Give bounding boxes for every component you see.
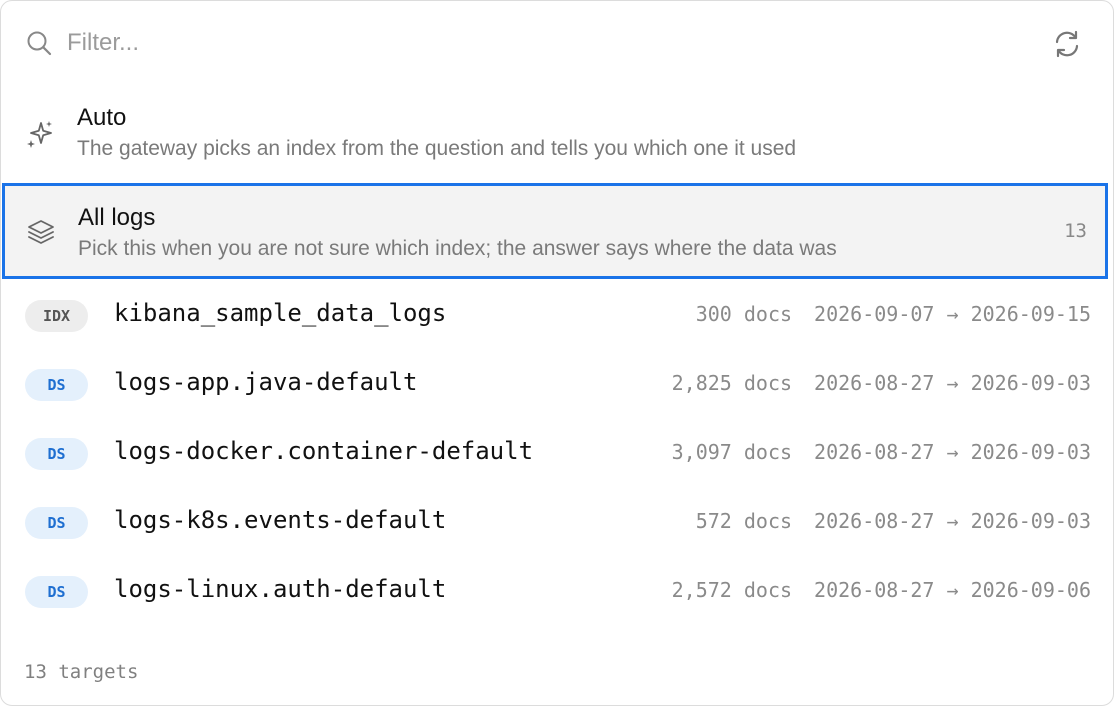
- index-name: logs-docker.container-default: [114, 437, 534, 465]
- refresh-icon[interactable]: [1051, 28, 1083, 60]
- targets-count: 13 targets: [24, 661, 139, 683]
- date-range: 2026-08-27 → 2026-09-03: [814, 440, 1091, 464]
- option-all-logs-description: Pick this when you are not sure which in…: [78, 237, 837, 260]
- index-meta: 2,825 docs 2026-08-27 → 2026-09-03: [672, 371, 1091, 395]
- search-icon: [27, 31, 52, 56]
- option-all-logs[interactable]: All logs Pick this when you are not sure…: [2, 183, 1108, 279]
- index-type-badge: IDX: [25, 300, 88, 332]
- index-row[interactable]: DS logs-docker.container-default 3,097 d…: [1, 421, 1113, 489]
- index-type-badge: DS: [25, 438, 88, 470]
- index-meta: 2,572 docs 2026-08-27 → 2026-09-06: [672, 578, 1091, 602]
- sparkle-icon: [27, 121, 52, 148]
- index-type-badge: DS: [25, 369, 88, 401]
- target-picker-panel: Auto The gateway picks an index from the…: [0, 0, 1114, 706]
- index-row[interactable]: DS logs-linux.auth-default 2,572 docs 202…: [1, 559, 1113, 627]
- index-name: logs-app.java-default: [114, 368, 418, 396]
- doc-count: 572 docs: [695, 509, 793, 533]
- index-name: logs-linux.auth-default: [114, 575, 447, 603]
- index-meta: 300 docs 2026-09-07 → 2026-09-15: [696, 302, 1091, 326]
- filter-input[interactable]: [67, 23, 1027, 63]
- doc-count: 2,572 docs: [671, 578, 793, 602]
- index-row[interactable]: DS logs-app.java-default 2,825 docs 2026-…: [1, 352, 1113, 420]
- date-range: 2026-08-27 → 2026-09-03: [814, 509, 1091, 533]
- index-row[interactable]: IDX kibana_sample_data_logs 300 docs 2026…: [1, 283, 1113, 351]
- index-type-badge: DS: [25, 507, 88, 539]
- doc-count: 3,097 docs: [671, 440, 793, 464]
- index-type-badge: DS: [25, 576, 88, 608]
- option-auto-title: Auto: [77, 104, 127, 131]
- option-auto-description: The gateway picks an index from the ques…: [77, 137, 797, 160]
- option-all-logs-title: All logs: [78, 204, 156, 231]
- index-name: logs-k8s.events-default: [114, 506, 447, 534]
- date-range: 2026-08-27 → 2026-09-06: [814, 578, 1091, 602]
- date-range: 2026-08-27 → 2026-09-03: [814, 371, 1091, 395]
- index-meta: 572 docs 2026-08-27 → 2026-09-03: [696, 509, 1091, 533]
- index-name: kibana_sample_data_logs: [114, 299, 447, 327]
- index-meta: 3,097 docs 2026-08-27 → 2026-09-03: [672, 440, 1091, 464]
- search-bar: [1, 1, 1113, 85]
- doc-count: 300 docs: [695, 302, 793, 326]
- layers-icon: [28, 220, 54, 244]
- index-row[interactable]: DS logs-k8s.events-default 572 docs 2026-…: [1, 490, 1113, 558]
- option-all-logs-count: 13: [1064, 220, 1087, 242]
- date-range: 2026-09-07 → 2026-09-15: [814, 302, 1091, 326]
- option-auto[interactable]: Auto The gateway picks an index from the…: [1, 91, 1113, 181]
- doc-count: 2,825 docs: [671, 371, 793, 395]
